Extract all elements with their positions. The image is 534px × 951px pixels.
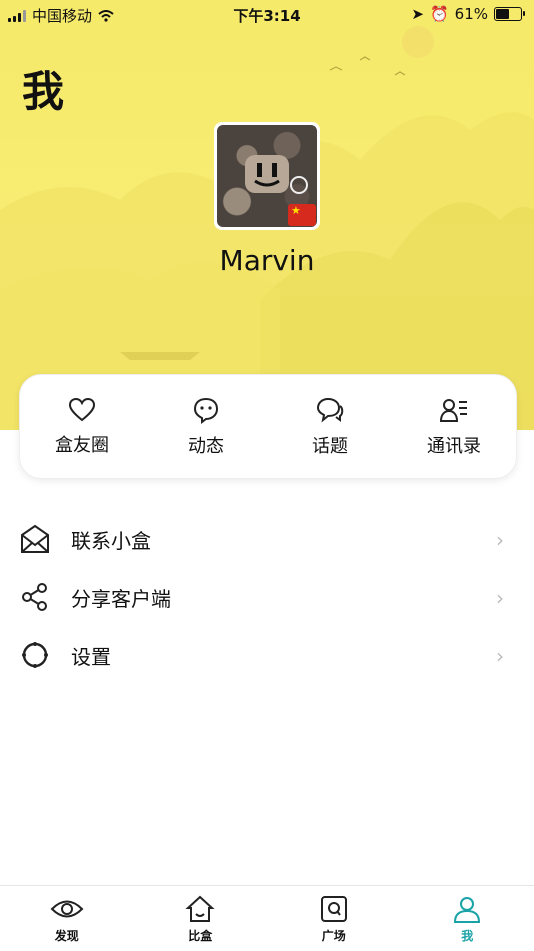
mail-icon	[19, 524, 51, 554]
tab-discover[interactable]: 发现	[0, 886, 134, 951]
menu-item-label: 分享客户端	[71, 583, 171, 612]
square-icon	[319, 894, 349, 924]
bottom-tab-bar: 发现 比盒 广场 我	[0, 885, 534, 951]
quick-action-label: 通讯录	[427, 432, 481, 458]
location-icon: ➤	[411, 5, 424, 23]
quick-action-label: 话题	[312, 432, 348, 458]
battery-level-fill	[496, 9, 509, 19]
battery-icon	[494, 7, 522, 21]
tab-label: 发现	[55, 927, 79, 944]
quick-actions-card: 盒友圈 动态 话题 通讯录	[19, 374, 517, 479]
tab-label: 广场	[322, 927, 346, 944]
menu-item-contact[interactable]: 联系小盒 ›	[0, 510, 534, 568]
page-title: 我	[22, 58, 64, 119]
chevron-right-icon: ›	[496, 528, 504, 552]
settings-menu: 联系小盒 › 分享客户端 › 设置 ›	[0, 510, 534, 684]
menu-item-share[interactable]: 分享客户端 ›	[0, 568, 534, 626]
battery-percent: 61%	[455, 5, 488, 23]
quick-action-label: 动态	[188, 432, 224, 458]
heart-icon	[68, 397, 96, 423]
quick-action-contacts[interactable]: 通讯录	[392, 375, 516, 478]
status-bar: 中国移动 下午3:14 ➤ ⏰ 61%	[0, 0, 534, 30]
chat-bubble-face-icon	[192, 396, 220, 424]
person-icon	[452, 894, 482, 924]
tab-compare[interactable]: 比盒	[134, 886, 268, 951]
tab-plaza[interactable]: 广场	[267, 886, 401, 951]
quick-action-moments[interactable]: 盒友圈	[20, 375, 144, 478]
contacts-icon	[439, 396, 469, 424]
username: Marvin	[0, 244, 534, 277]
avatar[interactable]	[214, 122, 320, 230]
china-flag-icon	[288, 204, 316, 226]
quick-action-topics[interactable]: 话题	[268, 375, 392, 478]
chevron-right-icon: ›	[496, 586, 504, 610]
home-icon	[185, 894, 215, 924]
quick-action-label: 盒友圈	[55, 431, 109, 457]
eye-icon	[50, 894, 84, 924]
menu-item-label: 设置	[71, 641, 111, 670]
menu-item-settings[interactable]: 设置 ›	[0, 626, 534, 684]
chat-bubbles-icon	[315, 396, 345, 424]
chevron-right-icon: ›	[496, 644, 504, 668]
quick-action-feed[interactable]: 动态	[144, 375, 268, 478]
tab-me[interactable]: 我	[401, 886, 534, 951]
menu-item-label: 联系小盒	[71, 525, 151, 554]
settings-icon	[20, 640, 50, 670]
alarm-icon: ⏰	[430, 5, 449, 23]
share-icon	[20, 582, 50, 612]
tab-label: 比盒	[188, 927, 212, 944]
tab-label: 我	[461, 927, 473, 944]
